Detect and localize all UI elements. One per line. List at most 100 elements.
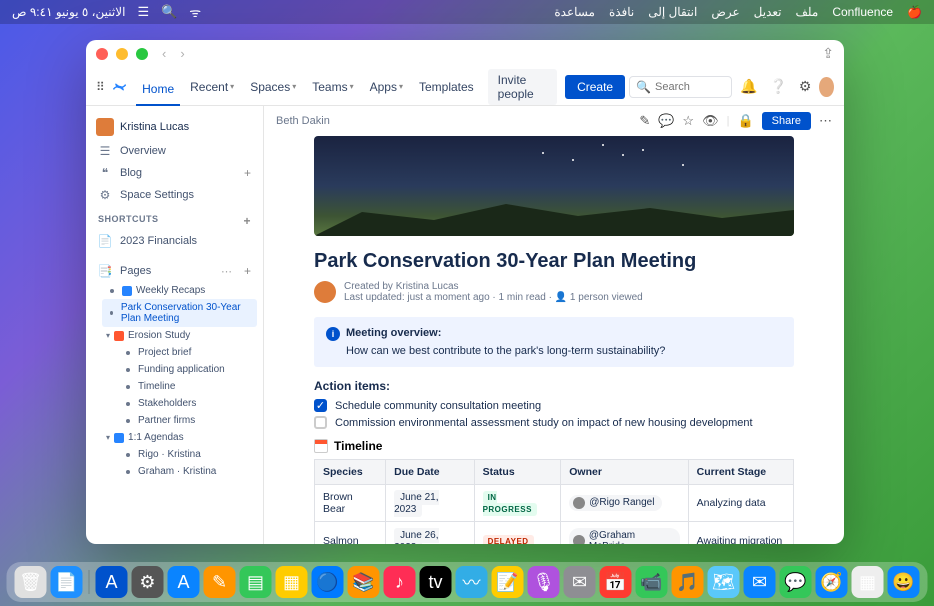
user-avatar[interactable]	[819, 77, 834, 97]
pages-header[interactable]: 📑Pages⋯+	[92, 260, 257, 282]
page-rigo-kristina[interactable]: Rigo · Kristina	[118, 446, 257, 463]
spotlight-icon[interactable]: 🔍	[161, 4, 177, 20]
dock-app[interactable]: 🎙	[528, 566, 560, 598]
page-timeline[interactable]: Timeline	[118, 378, 257, 395]
owner-mention[interactable]: @Graham McBride	[569, 528, 679, 544]
page-weekly-recaps[interactable]: Weekly Recaps	[102, 282, 257, 299]
wifi-icon[interactable]: ᯤ	[189, 3, 201, 21]
nav-spaces[interactable]: Spaces▾	[244, 76, 302, 98]
dock-app[interactable]: ✉	[744, 566, 776, 598]
nav-forward[interactable]: ›	[180, 46, 184, 61]
table-row[interactable]: Brown BearJune 21, 2023IN PROGRESS@Rigo …	[315, 485, 794, 522]
table-row[interactable]: SalmonJune 26, 2023DELAYED@Graham McBrid…	[315, 522, 794, 545]
page-project-brief[interactable]: Project brief	[118, 344, 257, 361]
dock-app[interactable]: A	[96, 566, 128, 598]
more-actions-icon[interactable]: ⋯	[819, 113, 832, 129]
menu-file[interactable]: ملف	[796, 5, 819, 19]
page-erosion-study[interactable]: ▾Erosion Study	[102, 327, 257, 344]
dock-app[interactable]: 📹	[636, 566, 668, 598]
maximize-window[interactable]	[136, 48, 148, 60]
dock-app[interactable]: 🔵	[312, 566, 344, 598]
sidebar-space-settings[interactable]: ⚙Space Settings	[92, 184, 257, 206]
dock-app[interactable]: ✎	[204, 566, 236, 598]
date-badge[interactable]: June 21, 2023	[394, 490, 438, 517]
space-header[interactable]: Kristina Lucas	[92, 114, 257, 140]
dock-app[interactable]: 😀	[888, 566, 920, 598]
clock[interactable]: الاثنين، ٥ يونيو ٩:٤١ ص	[12, 5, 125, 19]
author-link[interactable]: Kristina Lucas	[396, 281, 459, 292]
dock-app[interactable]: tv	[420, 566, 452, 598]
dock-app[interactable]: 🧭	[816, 566, 848, 598]
notifications-icon[interactable]: 🔔	[736, 78, 761, 95]
sidebar-overview[interactable]: ☰Overview	[92, 140, 257, 162]
share-button[interactable]: Share	[762, 112, 811, 130]
share-icon[interactable]: ⇪	[822, 45, 834, 62]
invite-people-button[interactable]: Invite people	[488, 69, 557, 105]
add-icon[interactable]: +	[244, 166, 251, 180]
nav-teams[interactable]: Teams▾	[306, 76, 359, 98]
dock-app[interactable]: 📚	[348, 566, 380, 598]
page-partner-firms[interactable]: Partner firms	[118, 412, 257, 429]
create-button[interactable]: Create	[565, 75, 625, 99]
page-graham-kristina[interactable]: Graham · Kristina	[118, 463, 257, 480]
page-stakeholders[interactable]: Stakeholders	[118, 395, 257, 412]
app-menu-name[interactable]: Confluence	[832, 5, 893, 19]
dock-app[interactable]: 🎵	[672, 566, 704, 598]
dock-app[interactable]: 📝	[492, 566, 524, 598]
dock-app[interactable]: 🗺	[708, 566, 740, 598]
sidebar-blog[interactable]: ❝Blog+	[92, 162, 257, 184]
page-agendas[interactable]: ▾1:1 Agendas	[102, 429, 257, 446]
add-shortcut-icon[interactable]: +	[243, 214, 251, 228]
menu-view[interactable]: عرض	[711, 5, 739, 19]
status-badge[interactable]: IN PROGRESS	[483, 491, 537, 516]
search-input[interactable]	[655, 81, 725, 93]
nav-recent[interactable]: Recent▾	[184, 76, 240, 98]
nav-apps[interactable]: Apps▾	[364, 76, 409, 98]
collapse-icon[interactable]: ▾	[106, 433, 110, 442]
dock-app[interactable]: 💬	[780, 566, 812, 598]
dock-app[interactable]: 🗑	[15, 566, 47, 598]
minimize-window[interactable]	[116, 48, 128, 60]
apple-icon[interactable]: 🍎	[907, 5, 922, 19]
confluence-logo[interactable]	[113, 78, 126, 96]
search-box[interactable]: 🔍	[629, 76, 732, 98]
action-item-1[interactable]: ✓ Schedule community consultation meetin…	[314, 399, 794, 412]
date-badge[interactable]: June 26, 2023	[394, 528, 438, 544]
control-center-icon[interactable]: ☰	[137, 4, 149, 20]
nav-back[interactable]: ‹	[162, 46, 166, 61]
page-park-conservation[interactable]: Park Conservation 30-Year Plan Meeting	[102, 299, 257, 327]
owner-mention[interactable]: @Rigo Rangel	[569, 495, 662, 511]
shortcut-2023-financials[interactable]: 📄2023 Financials	[92, 230, 257, 252]
dock-app[interactable]: ▦	[276, 566, 308, 598]
more-icon[interactable]: ⋯	[221, 265, 232, 278]
settings-icon[interactable]: ⚙	[795, 78, 816, 95]
menu-help[interactable]: مساعدة	[554, 5, 595, 19]
checkbox-unchecked[interactable]	[314, 416, 327, 429]
dock-app[interactable]: ▦	[852, 566, 884, 598]
dock-app[interactable]: ✉	[564, 566, 596, 598]
dock-app[interactable]: 📄	[51, 566, 83, 598]
app-switcher-icon[interactable]: ⠿	[96, 80, 109, 94]
checkbox-checked[interactable]: ✓	[314, 399, 327, 412]
lock-icon[interactable]: 🔒	[737, 113, 753, 129]
nav-home[interactable]: Home	[136, 78, 180, 106]
dock-app[interactable]: 〰	[456, 566, 488, 598]
menu-window[interactable]: نافذة	[609, 5, 634, 19]
dock-app[interactable]: A	[168, 566, 200, 598]
close-window[interactable]	[96, 48, 108, 60]
edit-icon[interactable]: ✎	[639, 113, 650, 129]
status-badge[interactable]: DELAYED	[483, 535, 534, 544]
dock-app[interactable]: 📅	[600, 566, 632, 598]
dock-app[interactable]: ♪	[384, 566, 416, 598]
dock-app[interactable]: ⚙	[132, 566, 164, 598]
dock-app[interactable]: ▤	[240, 566, 272, 598]
author-avatar[interactable]	[314, 281, 336, 303]
breadcrumb[interactable]: Beth Dakin	[276, 115, 330, 127]
menu-go[interactable]: انتقال إلى	[648, 5, 697, 19]
comment-icon[interactable]: 💬	[658, 113, 674, 129]
collapse-icon[interactable]: ▾	[106, 331, 110, 340]
add-page-icon[interactable]: +	[244, 264, 251, 278]
watch-icon[interactable]: 👁	[702, 113, 719, 129]
star-icon[interactable]: ☆	[682, 113, 694, 129]
action-item-2[interactable]: Commission environmental assessment stud…	[314, 416, 794, 429]
